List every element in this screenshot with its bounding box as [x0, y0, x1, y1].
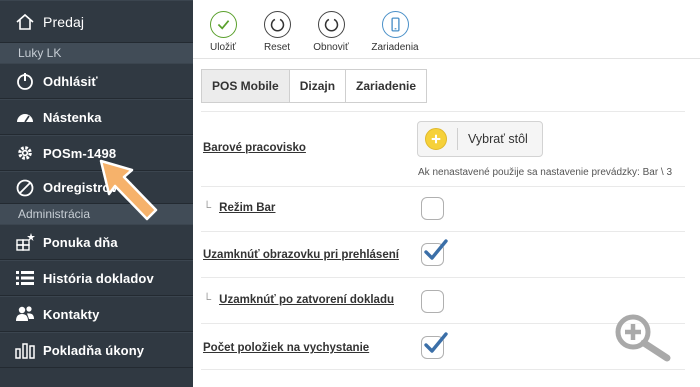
sidebar-item-label: Nástenka	[43, 109, 102, 125]
tab-device[interactable]: Zariadenie	[346, 69, 428, 103]
refresh-button[interactable]: Obnoviť	[301, 11, 361, 53]
bar-chart-icon	[14, 339, 36, 361]
divider	[201, 369, 685, 370]
separator	[457, 128, 458, 150]
refresh-label: Obnoviť	[313, 42, 349, 53]
gear-icon	[14, 142, 36, 164]
lock-on-login-label[interactable]: Uzamknúť obrazovku pri prehlásení	[203, 249, 399, 261]
save-button[interactable]: Uložiť	[193, 11, 253, 53]
users-icon	[14, 303, 36, 325]
checkmark-icon	[424, 239, 448, 260]
mobile-device-icon	[381, 11, 409, 38]
grid-star-icon	[14, 231, 36, 253]
sidebar-item-pos[interactable]: POSm-1498	[0, 135, 193, 171]
checkmark-icon	[424, 332, 448, 353]
zoom-in-icon[interactable]	[611, 312, 675, 364]
divider	[201, 231, 685, 232]
sidebar-item-logout[interactable]: Odhlásiť	[0, 63, 193, 99]
divider	[201, 186, 685, 187]
settings-tabs: POS Mobile Dizajn Zariadenie	[201, 69, 428, 103]
tab-design[interactable]: Dizajn	[289, 69, 347, 103]
plus-icon	[425, 128, 447, 150]
sidebar: Predaj Luky LK Odhlásiť Nástenka POSm-14…	[0, 0, 193, 387]
sidebar-item-doc-history[interactable]: História dokladov	[0, 260, 193, 296]
power-icon	[14, 70, 36, 92]
bar-mode-label[interactable]: └ Režim Bar	[203, 202, 275, 214]
lock-on-login-checkbox[interactable]	[421, 239, 448, 266]
select-table-button[interactable]: Vybrať stôl	[417, 121, 543, 157]
sidebar-item-dashboard[interactable]: Nástenka	[0, 99, 193, 135]
sidebar-item-label: Kontakty	[43, 306, 100, 322]
items-count-checkbox[interactable]	[421, 332, 448, 359]
indent-corner-icon: └	[203, 294, 212, 306]
account-name: Luky LK	[0, 43, 193, 63]
section-admin: Administrácia	[0, 204, 193, 224]
devices-button[interactable]: Zariadenia	[365, 11, 425, 53]
reset-label: Reset	[263, 42, 291, 53]
lock-after-close-checkbox[interactable]	[421, 290, 444, 313]
items-count-label[interactable]: Počet položiek na vychystanie	[203, 342, 369, 354]
lock-after-close-label[interactable]: └ Uzamknúť po zatvorení dokladu	[203, 294, 394, 306]
indent-corner-icon: └	[203, 202, 212, 214]
speedometer-icon	[14, 106, 36, 128]
save-label: Uložiť	[210, 42, 236, 53]
refresh-icon	[317, 11, 345, 38]
pointer-arrow-icon	[99, 159, 158, 221]
home-icon	[14, 11, 36, 33]
ban-icon	[14, 177, 36, 199]
toolbar: Uložiť Reset Obnoviť Zariadenia	[193, 0, 700, 59]
bar-workplace-hint: Ak nenastavené použije sa nastavenie pre…	[418, 167, 673, 178]
reset-button[interactable]: Reset	[247, 11, 307, 53]
sidebar-item-label: Pokladňa úkony	[43, 342, 145, 358]
bar-mode-checkbox[interactable]	[421, 197, 444, 220]
sidebar-item-contacts[interactable]: Kontakty	[0, 296, 193, 332]
sidebar-item-unregister[interactable]: Odregistrovať	[0, 171, 193, 204]
sidebar-item-label: Predaj	[43, 13, 85, 30]
sidebar-item-register-ops[interactable]: Pokladňa úkony	[0, 332, 193, 368]
bar-workplace-label[interactable]: Barové pracovisko	[203, 142, 306, 154]
devices-label: Zariadenia	[371, 42, 419, 53]
divider	[201, 111, 685, 112]
sidebar-item-label: História dokladov	[43, 270, 154, 286]
sidebar-item-sales[interactable]: Predaj	[0, 0, 193, 43]
reset-icon	[263, 11, 291, 38]
list-icon	[14, 267, 36, 289]
sidebar-item-label: Odhlásiť	[43, 73, 98, 89]
check-circle-icon	[209, 11, 237, 38]
sidebar-item-daily-menu[interactable]: Ponuka dňa	[0, 224, 193, 260]
tab-pos-mobile[interactable]: POS Mobile	[201, 69, 290, 103]
sidebar-item-label: Ponuka dňa	[43, 234, 118, 250]
select-table-label: Vybrať stôl	[468, 132, 528, 146]
divider	[201, 277, 685, 278]
